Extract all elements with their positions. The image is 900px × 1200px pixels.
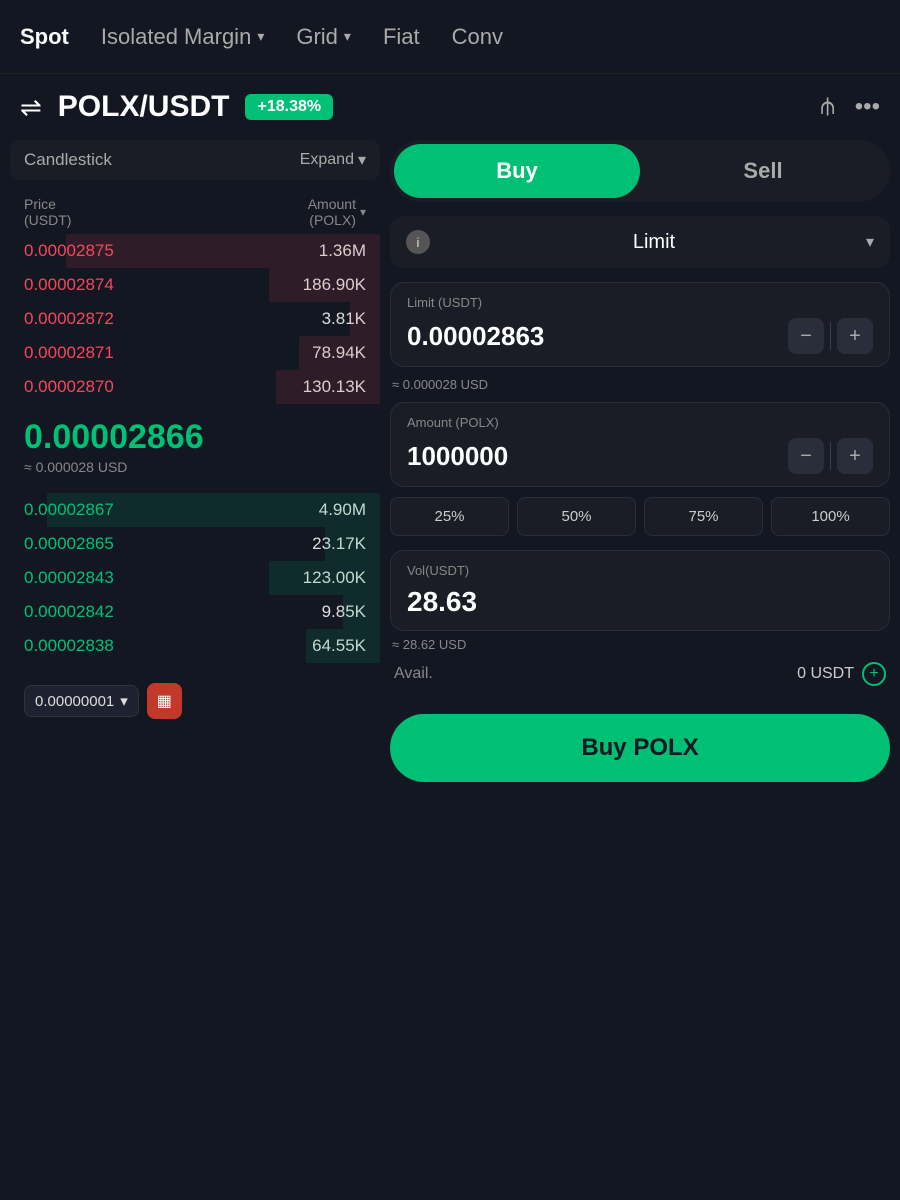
avail-add-button[interactable]: + [862, 662, 886, 686]
amount-ctrl-divider [830, 442, 831, 470]
avail-label: Avail. [394, 665, 433, 683]
candlestick-label: Candlestick [24, 150, 112, 170]
chart-type-icon[interactable]: ⫛ [821, 93, 835, 121]
more-options-icon[interactable]: ••• [855, 93, 880, 121]
main-content: Candlestick Expand ▾ Price (USDT) Amount… [0, 140, 900, 782]
vol-label: Vol(USDT) [407, 563, 873, 578]
bid-rows: 0.00002867 4.90M 0.00002865 23.17K 0.000… [10, 493, 380, 663]
bid-row[interactable]: 0.00002865 23.17K [10, 527, 380, 561]
pct-btn-50%[interactable]: 50% [517, 497, 636, 536]
limit-price-field[interactable] [407, 321, 778, 352]
sell-tab[interactable]: Sell [640, 144, 886, 198]
ask-price: 0.00002871 [24, 343, 114, 363]
vol-approx-usd: ≈ 28.62 USD [390, 637, 890, 652]
amount-controls: − + [788, 438, 873, 474]
pct-btn-100%[interactable]: 100% [771, 497, 890, 536]
current-price-usd: ≈ 0.000028 USD [24, 459, 366, 475]
ask-row[interactable]: 0.00002874 186.90K [10, 268, 380, 302]
bid-price: 0.00002838 [24, 636, 114, 656]
limit-price-decrement[interactable]: − [788, 318, 824, 354]
right-panel: Buy Sell i Limit ▾ Limit (USDT) − + ≈ 0.… [390, 140, 890, 782]
bid-price: 0.00002843 [24, 568, 114, 588]
nav-isolated-margin[interactable]: Isolated Margin ▾ [101, 24, 264, 50]
order-book-header: Price (USDT) Amount (POLX) ▾ [10, 190, 380, 234]
pct-btn-75%[interactable]: 75% [644, 497, 763, 536]
vol-value: 28.63 [407, 586, 873, 618]
buy-sell-toggle: Buy Sell [390, 140, 890, 202]
amount-decrement[interactable]: − [788, 438, 824, 474]
limit-price-increment[interactable]: + [837, 318, 873, 354]
bid-row[interactable]: 0.00002867 4.90M [10, 493, 380, 527]
bid-price: 0.00002865 [24, 534, 114, 554]
left-panel: Candlestick Expand ▾ Price (USDT) Amount… [10, 140, 380, 782]
price-step-value: 0.00000001 [35, 693, 114, 710]
ask-price: 0.00002872 [24, 309, 114, 329]
header-actions: ⫛ ••• [821, 93, 880, 121]
amount-label: Amount (POLX) [407, 415, 873, 430]
left-bottom: 0.00000001 ▾ ▦ [10, 673, 380, 729]
price-step-select[interactable]: 0.00000001 ▾ [24, 685, 139, 717]
ctrl-divider [830, 322, 831, 350]
info-icon: i [406, 230, 430, 254]
ask-row[interactable]: 0.00002875 1.36M [10, 234, 380, 268]
candlestick-bar: Candlestick Expand ▾ [10, 140, 380, 180]
nav-grid[interactable]: Grid ▾ [296, 24, 351, 50]
limit-price-label: Limit (USDT) [407, 295, 873, 310]
pair-title[interactable]: POLX/USDT [58, 90, 230, 124]
price-step-chevron-icon: ▾ [120, 692, 128, 710]
limit-price-controls: − + [788, 318, 873, 354]
pct-buttons: 25%50%75%100% [390, 497, 890, 536]
amount-row: − + [407, 438, 873, 474]
amount-field[interactable] [407, 441, 778, 472]
nav-conv[interactable]: Conv [452, 24, 503, 50]
limit-approx-usd: ≈ 0.000028 USD [390, 377, 890, 392]
order-type-dropdown-icon: ▾ [866, 232, 874, 252]
ask-row[interactable]: 0.00002871 78.94K [10, 336, 380, 370]
isolated-margin-chevron-icon: ▾ [257, 28, 264, 45]
ask-price: 0.00002874 [24, 275, 114, 295]
order-type-selector[interactable]: i Limit ▾ [390, 216, 890, 268]
top-nav: Spot Isolated Margin ▾ Grid ▾ Fiat Conv [0, 0, 900, 74]
pct-btn-25%[interactable]: 25% [390, 497, 509, 536]
bid-row[interactable]: 0.00002842 9.85K [10, 595, 380, 629]
expand-chevron-icon: ▾ [358, 150, 366, 170]
ask-row[interactable]: 0.00002872 3.81K [10, 302, 380, 336]
avail-amount: 0 USDT [797, 665, 854, 683]
bid-row[interactable]: 0.00002838 64.55K [10, 629, 380, 663]
nav-spot[interactable]: Spot [20, 24, 69, 50]
vol-input-group: Vol(USDT) 28.63 [390, 550, 890, 631]
nav-fiat[interactable]: Fiat [383, 24, 420, 50]
ask-price: 0.00002870 [24, 377, 114, 397]
expand-button[interactable]: Expand ▾ [300, 150, 366, 170]
avail-value: 0 USDT + [797, 662, 886, 686]
avail-row: Avail. 0 USDT + [390, 652, 890, 696]
amount-increment[interactable]: + [837, 438, 873, 474]
amount-input-group: Amount (POLX) − + [390, 402, 890, 487]
sort-icon[interactable]: ▾ [360, 205, 366, 219]
price-col-header: Price (USDT) [24, 196, 71, 228]
current-price-section: 0.00002866 ≈ 0.000028 USD [10, 404, 380, 489]
buy-tab[interactable]: Buy [394, 144, 640, 198]
bid-row[interactable]: 0.00002843 123.00K [10, 561, 380, 595]
buy-polx-button[interactable]: Buy POLX [390, 714, 890, 782]
header: ⇌ POLX/USDT +18.38% ⫛ ••• [0, 74, 900, 140]
order-type-label: Limit [442, 231, 866, 254]
order-book-layout-icon[interactable]: ▦ [147, 683, 182, 719]
limit-price-input-group: Limit (USDT) − + [390, 282, 890, 367]
price-change-badge: +18.38% [245, 94, 333, 120]
ask-rows: 0.00002875 1.36M 0.00002874 186.90K 0.00… [10, 234, 380, 404]
swap-icon[interactable]: ⇌ [20, 92, 42, 123]
bid-price: 0.00002842 [24, 602, 114, 622]
current-price: 0.00002866 [24, 418, 366, 457]
amount-col-header: Amount (POLX) ▾ [308, 196, 366, 228]
grid-chevron-icon: ▾ [344, 28, 351, 45]
ask-row[interactable]: 0.00002870 130.13K [10, 370, 380, 404]
limit-price-row: − + [407, 318, 873, 354]
